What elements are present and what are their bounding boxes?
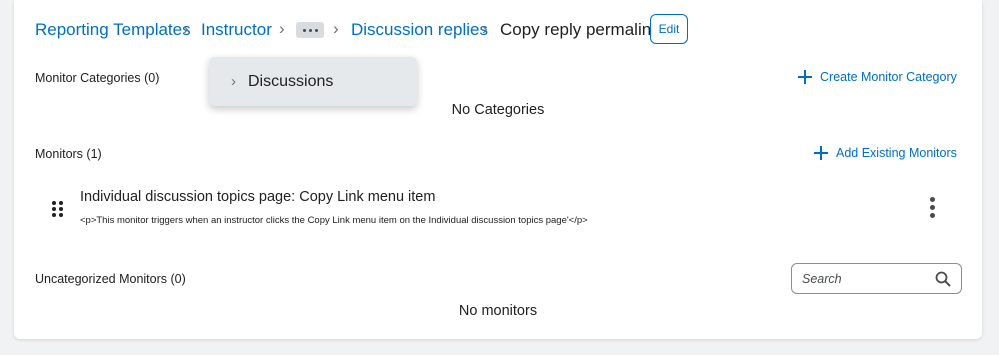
- chevron-right-icon: ›: [333, 19, 339, 38]
- no-categories-message: No Categories: [451, 102, 545, 118]
- dot-icon: [308, 28, 312, 32]
- search-icon[interactable]: [935, 271, 951, 287]
- breadcrumb-discussion-replies[interactable]: Discussion replies: [351, 20, 488, 40]
- dot-icon: [314, 28, 318, 32]
- breadcrumb-more-button[interactable]: [296, 22, 324, 38]
- plus-icon: [798, 70, 812, 84]
- menu-item-discussions[interactable]: Discussions: [248, 73, 333, 91]
- no-monitors-message: No monitors: [458, 303, 538, 319]
- monitor-title[interactable]: Individual discussion topics page: Copy …: [80, 189, 435, 205]
- create-monitor-category-button[interactable]: Create Monitor Category: [798, 70, 957, 84]
- breadcrumb-reporting-templates[interactable]: Reporting Templates: [35, 20, 191, 40]
- add-existing-monitors-button[interactable]: Add Existing Monitors: [814, 146, 957, 160]
- chevron-right-icon: ›: [482, 19, 488, 38]
- create-monitor-category-label: Create Monitor Category: [820, 70, 957, 84]
- plus-icon: [814, 146, 828, 160]
- breadcrumb-overflow-menu[interactable]: › Discussions: [209, 57, 417, 106]
- chevron-right-icon: ›: [183, 19, 189, 38]
- breadcrumb-current: Copy reply permalink: [500, 20, 660, 39]
- add-existing-monitors-label: Add Existing Monitors: [836, 146, 957, 160]
- edit-button[interactable]: Edit: [650, 14, 688, 44]
- monitor-categories-label: Monitor Categories (0): [35, 71, 160, 85]
- breadcrumb-instructor[interactable]: Instructor: [201, 20, 272, 40]
- more-options-icon[interactable]: [926, 197, 938, 218]
- monitors-label: Monitors (1): [35, 147, 102, 161]
- uncategorized-monitors-label: Uncategorized Monitors (0): [35, 272, 186, 286]
- search-field[interactable]: [791, 263, 962, 294]
- dot-icon: [302, 28, 306, 32]
- monitor-description: <p>This monitor triggers when an instruc…: [80, 215, 588, 226]
- drag-handle-icon[interactable]: [52, 201, 63, 217]
- chevron-right-icon: ›: [231, 73, 236, 90]
- chevron-right-icon: ›: [279, 19, 285, 38]
- search-input[interactable]: [802, 271, 935, 286]
